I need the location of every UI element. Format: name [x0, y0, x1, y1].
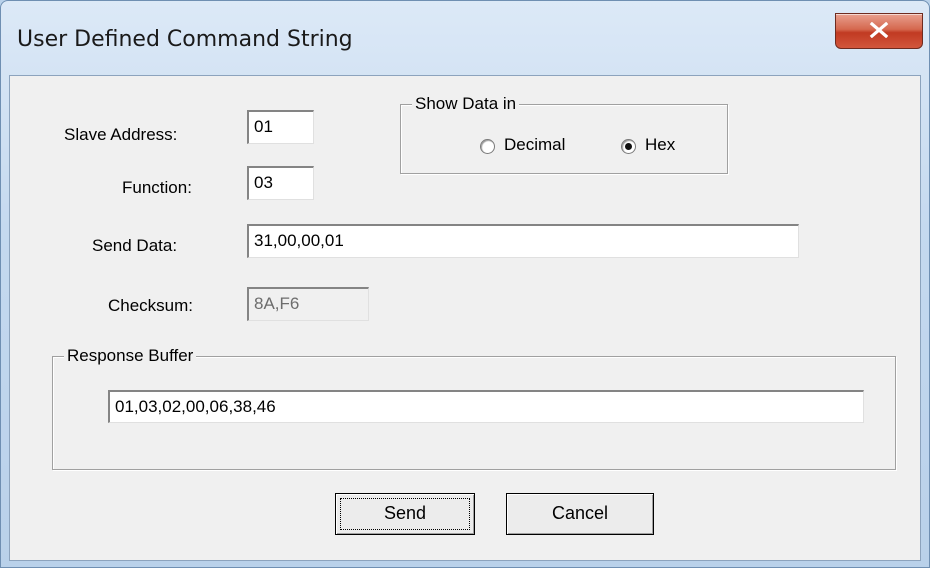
cancel-button-label: Cancel [551, 503, 609, 523]
hex-radio[interactable] [621, 139, 636, 154]
function-label: Function: [122, 178, 192, 197]
response-buffer-group-title: Response Buffer [64, 346, 197, 366]
hex-radio-label[interactable]: Hex [645, 135, 675, 155]
slave-address-label: Slave Address: [64, 125, 178, 144]
dialog-title: User Defined Command String [17, 27, 353, 52]
dialog-window: User Defined Command String Slave Addres… [0, 0, 930, 568]
send-button-label: Send [383, 503, 427, 523]
title-bar[interactable]: User Defined Command String [1, 1, 929, 75]
dialog-client-area: Slave Address: 01 Function: 03 Show Data… [9, 75, 921, 561]
function-input[interactable]: 03 [247, 166, 314, 200]
close-button[interactable] [835, 13, 923, 49]
response-buffer-input[interactable]: 01,03,02,00,06,38,46 [108, 390, 864, 423]
checksum-label: Checksum: [108, 296, 194, 315]
send-data-input[interactable]: 31,00,00,01 [247, 224, 799, 258]
send-button[interactable]: Send [335, 493, 475, 535]
slave-address-input[interactable]: 01 [247, 110, 314, 144]
decimal-radio[interactable] [480, 139, 495, 154]
decimal-radio-label[interactable]: Decimal [504, 135, 565, 155]
cancel-button[interactable]: Cancel [506, 493, 654, 535]
close-icon [869, 22, 889, 38]
send-data-label: Send Data: [92, 236, 178, 255]
radio-selected-dot [625, 143, 632, 150]
show-data-group-title: Show Data in [412, 94, 520, 114]
checksum-input: 8A,F6 [247, 287, 369, 321]
